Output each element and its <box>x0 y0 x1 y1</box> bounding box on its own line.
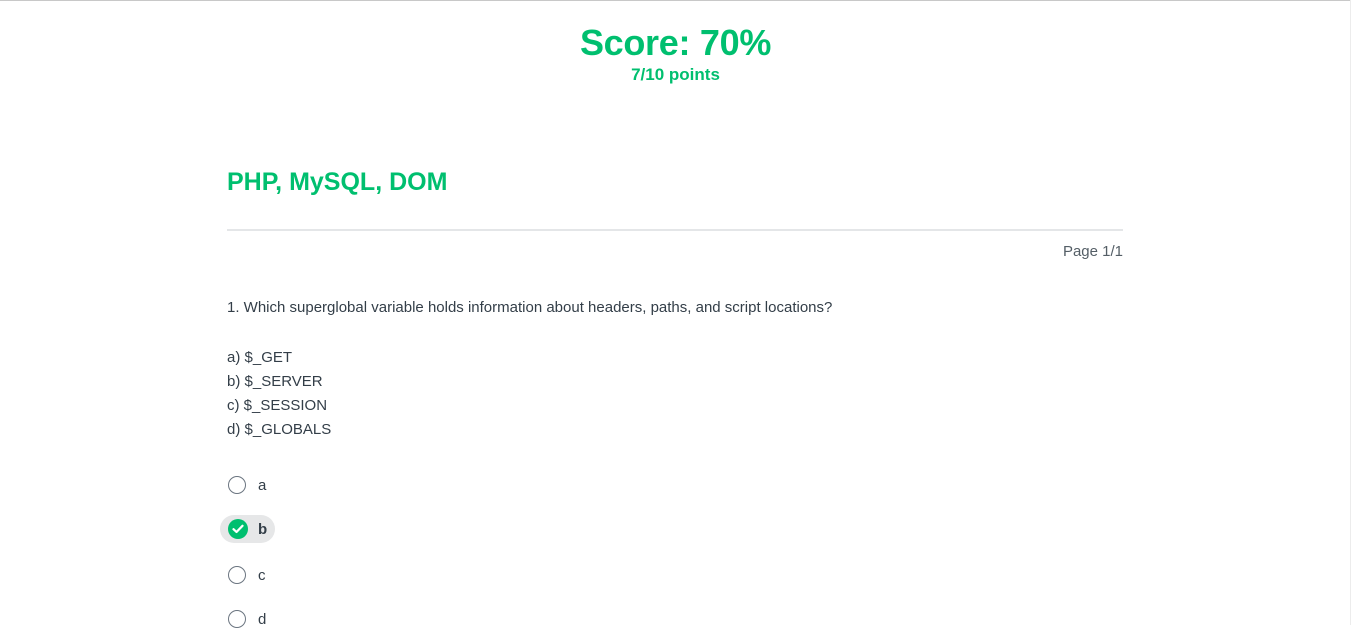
answer-label-c: c <box>258 566 266 584</box>
title-divider <box>227 229 1123 231</box>
score-header: Score: 70% 7/10 points <box>0 22 1351 86</box>
answer-choice-a[interactable]: a <box>220 471 274 499</box>
answer-choice-c[interactable]: c <box>220 561 274 589</box>
question-text: 1. Which superglobal variable holds info… <box>227 299 833 316</box>
radio-empty-icon[interactable] <box>228 476 246 494</box>
option-text-a: a) $_GET <box>227 349 293 366</box>
score-title: Score: 70% <box>579 22 772 63</box>
score-points: 7/10 points <box>631 65 720 84</box>
option-text-b: b) $_SERVER <box>227 373 323 390</box>
survey-title: PHP, MySQL, DOM <box>227 168 448 196</box>
radio-empty-icon[interactable] <box>228 566 246 584</box>
answer-label-a: a <box>258 476 267 494</box>
answer-choice-d[interactable]: d <box>220 605 274 633</box>
radio-empty-icon[interactable] <box>228 610 246 628</box>
top-border <box>0 0 1351 1</box>
check-circle-icon[interactable] <box>228 519 248 539</box>
option-text-c: c) $_SESSION <box>227 397 328 414</box>
page-indicator: Page 1/1 <box>1062 243 1123 260</box>
answer-choice-b[interactable]: b <box>220 515 276 543</box>
question-options-list: a) $_GET b) $_SERVER c) $_SESSION d) $_G… <box>227 346 331 442</box>
option-text-d: d) $_GLOBALS <box>227 421 332 438</box>
answer-label-b: b <box>258 520 268 538</box>
